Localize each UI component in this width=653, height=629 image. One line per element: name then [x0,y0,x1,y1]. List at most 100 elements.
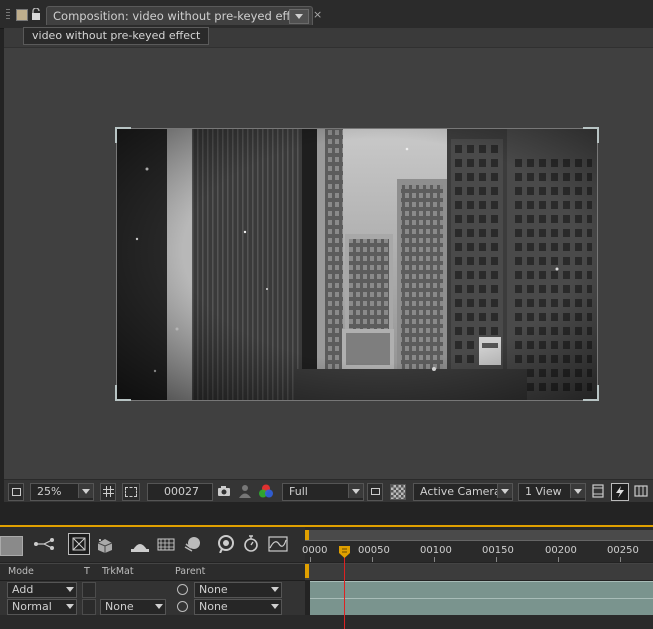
magnification-dropdown[interactable]: 25% [30,483,94,501]
resolution-value: Full [289,485,308,498]
ruler-tick [372,557,373,562]
ruler-tick-label: 00200 [545,545,577,556]
ruler-tick [310,557,311,562]
camera-snapshot-icon[interactable] [217,485,231,497]
ruler-tick-label: 00150 [482,545,514,556]
ruler-tick-label: 00250 [607,545,639,556]
layer-parent-value: None [199,583,228,596]
layer-row[interactable]: Add None [0,581,305,599]
timeline-search-input[interactable] [0,536,23,556]
frame-blending-icon[interactable] [157,537,175,551]
composition-dropdown-button[interactable] [289,9,309,24]
current-time-indicator-handle[interactable] [339,546,350,558]
brainstorm-icon[interactable] [216,535,236,553]
stopwatch-icon[interactable] [243,535,259,553]
panel-tab-bar: Composition: video without pre-keyed eff… [0,0,653,29]
ruler-tick-label: 0000 [302,545,328,556]
dashed-rect-icon [125,487,137,497]
layer-mode-select[interactable]: Normal [7,599,77,615]
layer-parent-select[interactable]: None [194,582,282,598]
timeline-header-track [305,563,653,580]
timeline-toggle-icon[interactable] [634,484,648,498]
work-area-bar[interactable] [305,530,653,541]
chevron-down-icon [497,484,512,498]
transparency-grid-button[interactable] [390,484,406,500]
chevron-down-icon [155,604,163,609]
always-preview-button[interactable] [8,483,24,501]
lock-icon[interactable] [31,8,41,20]
pixel-aspect-icon[interactable] [592,484,604,498]
parent-column-header[interactable]: Parent [175,566,205,577]
ruler-tick-label: 00050 [358,545,390,556]
chevron-down-icon [271,587,279,592]
current-time-field[interactable]: 00027 [147,483,213,501]
layer-mode-value: Normal [12,600,52,613]
layer-trkmat-select[interactable]: None [100,599,166,615]
composition-tab[interactable]: Composition: video without pre-keyed eff… [46,6,313,25]
ruler-tick-label: 00100 [420,545,452,556]
cube-3d-icon[interactable] [96,537,114,553]
show-snapshot-icon[interactable] [239,484,251,498]
chevron-down-icon [295,14,303,19]
composition-breadcrumb[interactable]: video without pre-keyed effect [23,27,210,45]
city-street-footage [117,129,597,400]
draft-3d-icon [72,537,86,551]
resolution-dropdown[interactable]: Full [282,483,364,501]
region-icon [371,488,380,495]
rgb-channels-icon[interactable] [258,484,274,498]
panel-gap [0,502,653,525]
title-safe-corner-tl [115,127,131,143]
preserve-transparency-toggle[interactable] [82,599,96,615]
motion-blur-icon[interactable] [184,535,202,553]
work-area-start-marker[interactable] [305,564,309,578]
panel-grip-icon[interactable] [6,9,10,21]
fast-previews-button[interactable] [611,483,629,501]
graph-editor-icon[interactable] [268,536,288,552]
layer-trkmat-value: None [105,600,134,613]
hide-shy-layers-icon[interactable] [131,538,149,552]
layer-duration-bar[interactable] [310,598,653,615]
parent-pickwhip-icon[interactable] [177,601,188,612]
title-safe-corner-br [583,385,599,401]
track-matte-t-header[interactable]: T [84,566,90,577]
camera-view-dropdown[interactable]: Active Camera [413,483,513,501]
layer-parent-value: None [199,600,228,613]
work-area-start-handle[interactable] [305,530,309,540]
grid-guides-button[interactable] [100,483,116,501]
monitor-icon [12,488,21,496]
trkmat-column-header[interactable]: TrkMat [102,566,134,577]
close-tab-button[interactable]: × [313,8,322,21]
current-time-value: 00027 [164,485,199,498]
layer-duration-bar[interactable] [310,581,653,598]
ruler-tick [558,557,559,562]
layer-columns-header: Mode T TrkMat Parent [0,563,305,581]
mask-visibility-button[interactable] [122,483,140,501]
chevron-down-icon [78,484,93,498]
chevron-down-icon [271,604,279,609]
title-safe-corner-bl [115,385,131,401]
layer-parent-select[interactable]: None [194,599,282,615]
ruler-tick [496,557,497,562]
chevron-down-icon [66,587,74,592]
chevron-down-icon [348,484,363,498]
grid-icon [103,486,114,497]
mode-column-header[interactable]: Mode [8,566,34,577]
magnification-value: 25% [37,485,62,498]
preserve-transparency-toggle[interactable] [82,582,96,598]
composition-tab-title: Composition: video without pre-keyed eff… [53,9,309,23]
draft-3d-button[interactable] [68,533,90,555]
layer-mode-select[interactable]: Add [7,582,77,598]
comp-flowchart-icon[interactable] [33,537,55,551]
composition-frame[interactable] [116,128,598,401]
view-layout-dropdown[interactable]: 1 View [518,483,586,501]
timeline-bottom-fill [0,615,653,629]
label-color-swatch[interactable] [16,9,28,21]
ruler-tick [434,557,435,562]
viewer-toolbar: 25% 00027 Full Active Camera 1 View [4,479,653,503]
parent-pickwhip-icon[interactable] [177,584,188,595]
title-safe-corner-tr [583,127,599,143]
layer-row[interactable]: Normal None None [0,598,305,616]
region-of-interest-button[interactable] [367,483,383,501]
ruler-tick [620,557,621,562]
layer-mode-value: Add [12,583,34,596]
